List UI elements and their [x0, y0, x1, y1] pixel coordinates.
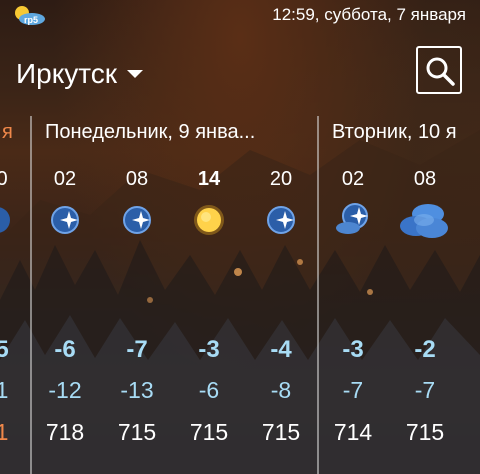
hour-label: 02 — [341, 168, 365, 190]
min-temp: -8 — [270, 377, 292, 403]
clear-night-icon — [0, 207, 10, 233]
pressure: 715 — [405, 419, 445, 445]
day-divider — [317, 116, 319, 474]
chevron-down-icon — [127, 70, 144, 78]
hour-label: 02 — [53, 168, 77, 190]
prev-day-title: я — [2, 121, 13, 143]
hour-label: 08 — [413, 168, 437, 190]
max-temp: -3 — [198, 336, 220, 363]
prev-hour: 0 — [0, 168, 8, 190]
prev-max-temp: 5 — [0, 336, 9, 363]
pressure: 715 — [261, 419, 301, 445]
max-temp: -6 — [54, 336, 76, 363]
clear-night-icon — [51, 206, 79, 234]
city-selector[interactable]: Иркутск — [16, 58, 144, 90]
min-temp: -7 — [342, 377, 364, 403]
prev-min-temp: 1 — [0, 377, 9, 403]
max-temp: -7 — [126, 336, 148, 363]
pressure: 718 — [45, 419, 85, 445]
day-title[interactable]: Вторник, 10 я — [332, 121, 480, 144]
day-divider — [30, 116, 32, 474]
app-weather-icon: rp5 — [15, 6, 45, 25]
pressure: 714 — [333, 419, 373, 445]
status-time: 12:59, суббота, 7 января — [272, 5, 466, 24]
min-temp: -7 — [414, 377, 436, 403]
partly-cloudy-night-icon — [336, 203, 368, 234]
cloudy-icon — [400, 204, 448, 238]
clear-night-icon — [267, 206, 295, 234]
city-name: Иркутск — [16, 58, 118, 89]
prev-pressure: 1 — [0, 419, 9, 445]
max-temp: -2 — [414, 336, 436, 363]
sun-icon — [194, 205, 224, 235]
search-icon — [426, 57, 455, 86]
min-temp: -6 — [198, 377, 220, 403]
search-button[interactable] — [416, 46, 462, 94]
svg-text:rp5: rp5 — [24, 15, 38, 25]
clear-night-icon — [123, 206, 151, 234]
max-temp: -3 — [342, 336, 364, 363]
pressure: 715 — [189, 419, 229, 445]
day-title[interactable]: Понедельник, 9 янва... — [45, 121, 307, 144]
min-temp: -12 — [48, 377, 82, 403]
max-temp: -4 — [270, 336, 292, 363]
hour-label: 08 — [125, 168, 149, 190]
pressure: 715 — [117, 419, 157, 445]
min-temp: -13 — [120, 377, 154, 403]
hour-label: 14 — [197, 168, 221, 190]
status-bar: rp5 12:59, суббота, 7 января — [0, 0, 480, 30]
hour-label: 20 — [269, 168, 293, 190]
